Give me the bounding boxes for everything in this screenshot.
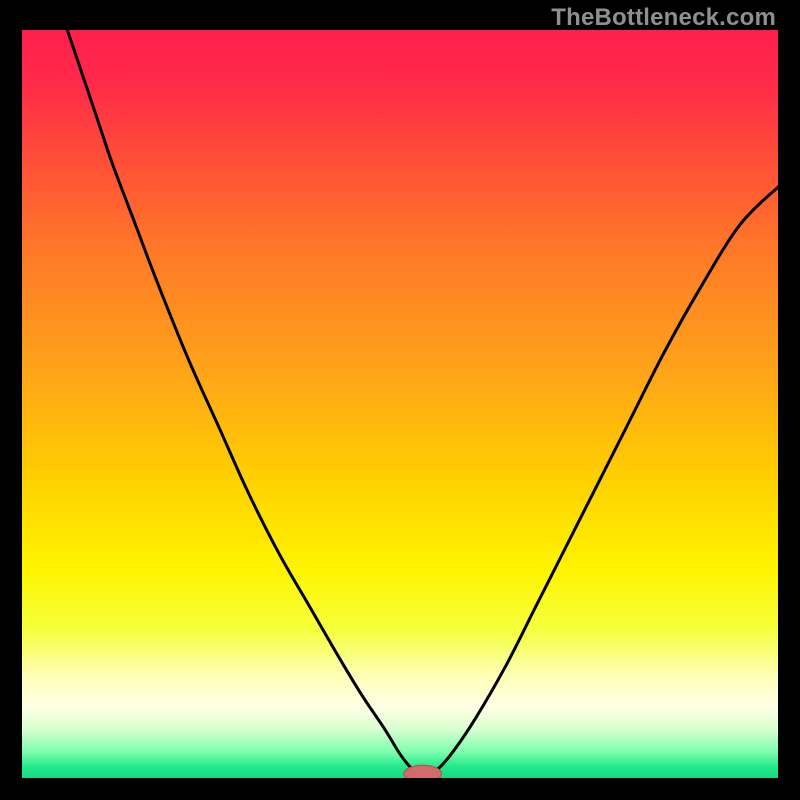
plot-area: [22, 30, 778, 778]
gradient-background: [22, 30, 778, 778]
optimal-marker: [404, 765, 442, 778]
chart-svg: [22, 30, 778, 778]
watermark-text: TheBottleneck.com: [551, 4, 776, 32]
chart-frame: TheBottleneck.com: [0, 0, 800, 800]
